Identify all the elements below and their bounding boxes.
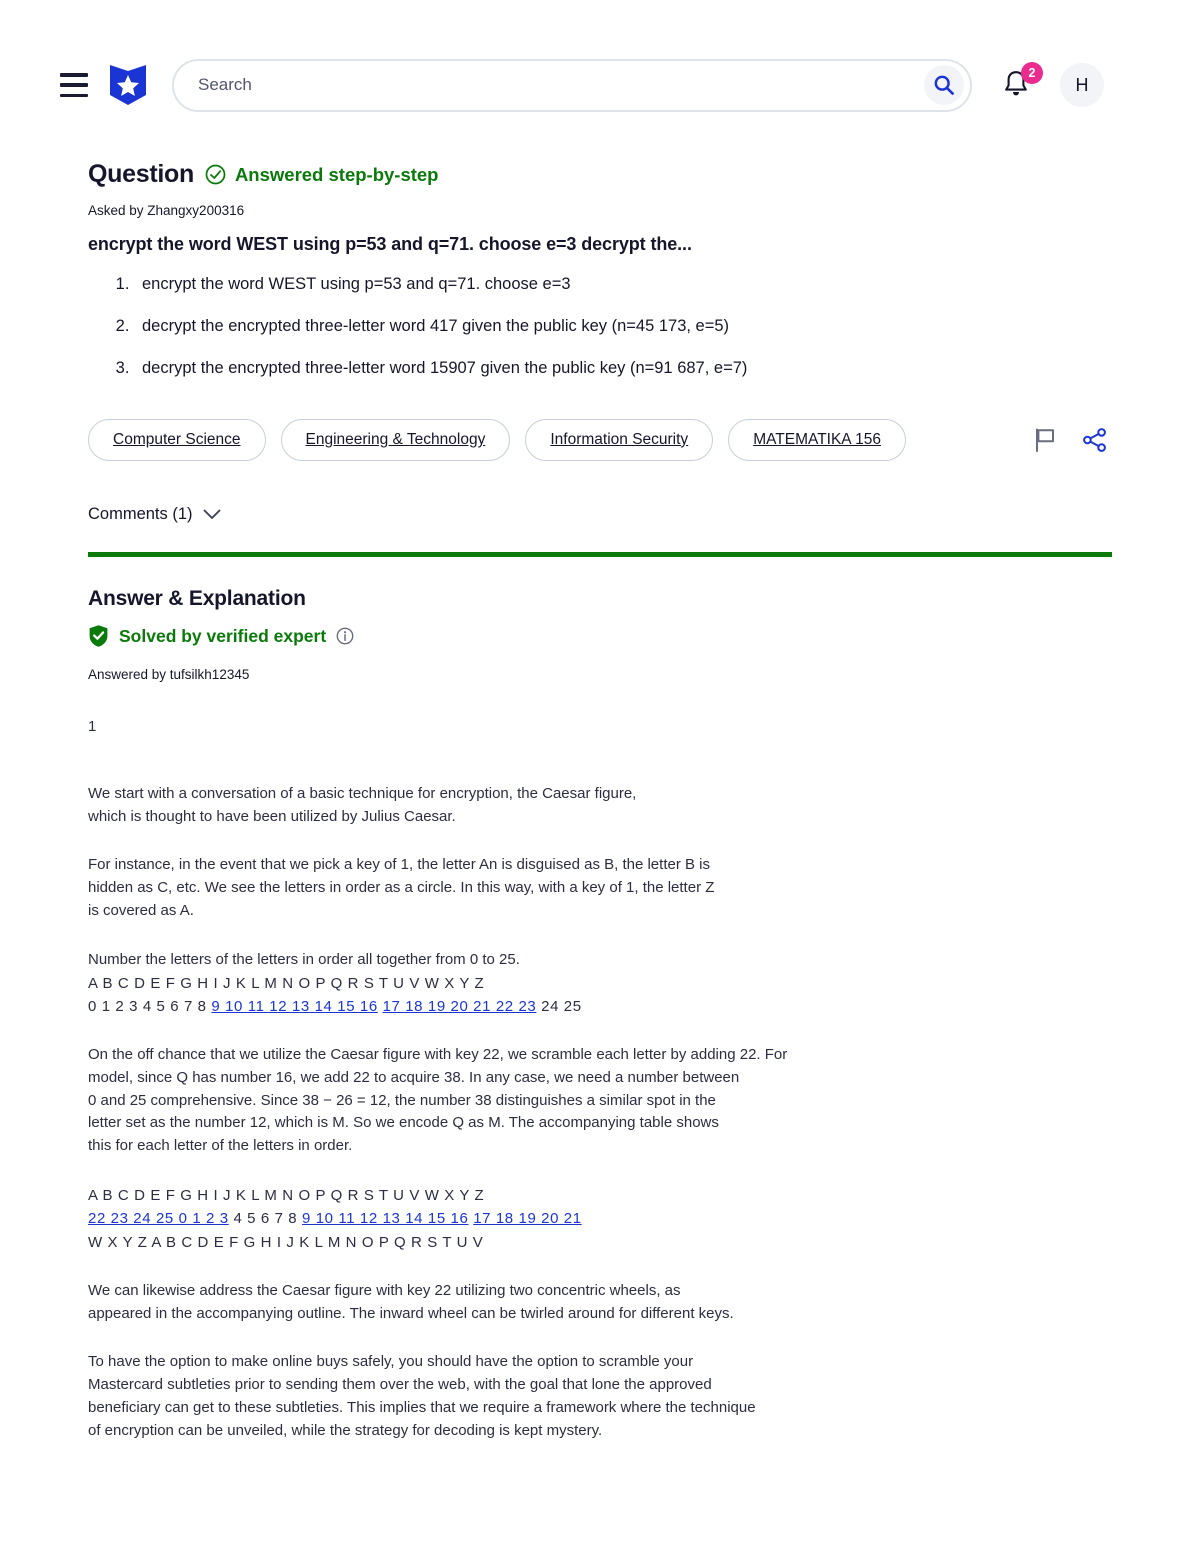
number-row: 22 23 24 25 0 1 2 3 4 5 6 7 8 9 10 11 12… [88, 1207, 1112, 1230]
search-input[interactable] [174, 60, 970, 110]
alphabet-row: A B C D E F G H I J K L M N O P Q R S T … [88, 1187, 485, 1205]
page-root: 2 H Question Answered step-by-step Asked… [0, 0, 1200, 1553]
answer-paragraph: To have the option to make online buys s… [88, 1353, 756, 1439]
number-link[interactable]: 17 18 19 20 21 [473, 1210, 582, 1227]
question-item: decrypt the encrypted three-letter word … [134, 315, 1112, 339]
search-icon [934, 75, 954, 95]
question-item: encrypt the word WEST using p=53 and q=7… [134, 273, 1112, 297]
search-button[interactable] [924, 65, 964, 105]
answer-heading: Answer & Explanation [88, 587, 306, 610]
answered-by-label: Answered by tufsilkh12345 [88, 667, 250, 682]
number-link[interactable]: 9 10 11 12 13 14 15 16 [302, 1210, 468, 1227]
answered-status-label: Answered step-by-step [234, 163, 439, 185]
question-actions [1033, 427, 1112, 453]
shield-check-icon [89, 625, 108, 647]
answer-paragraph: We start with a conversation of a basic … [88, 784, 637, 825]
flag-button[interactable] [1033, 427, 1057, 453]
section-divider [88, 551, 1112, 557]
number-link[interactable]: 22 23 24 25 0 1 2 3 [88, 1210, 229, 1227]
number-plain: 4 5 6 7 8 [228, 1210, 303, 1228]
question-item: decrypt the encrypted three-letter word … [134, 357, 1112, 381]
answer-paragraph: On the off chance that we utilize the Ca… [88, 1046, 788, 1155]
question-title: encrypt the word WEST using p=53 and q=7… [88, 234, 692, 254]
verified-label: Solved by verified expert [119, 625, 327, 646]
number-link[interactable]: 17 18 19 20 21 22 23 [383, 998, 537, 1015]
answer-paragraph: For instance, in the event that we pick … [88, 856, 715, 919]
alphabet-row: A B C D E F G H I J K L M N O P Q R S T … [88, 974, 485, 992]
tag-information-security[interactable]: Information Security [525, 418, 714, 461]
chevron-down-icon [203, 509, 220, 519]
question-items-list: encrypt the word WEST using p=53 and q=7… [134, 273, 1112, 381]
check-circle-icon [205, 164, 226, 185]
answer-section: Answer & Explanation Solved by verified … [0, 587, 1200, 1469]
tag-computer-science[interactable]: Computer Science [88, 418, 266, 461]
number-plain: 0 1 2 3 4 5 6 7 8 [88, 997, 212, 1015]
asked-by-label: Asked by Zhangxy200316 [88, 203, 245, 218]
hamburger-menu-icon[interactable] [60, 73, 90, 97]
tag-matematika-156[interactable]: MATEMATIKA 156 [728, 418, 906, 461]
question-header: Question Answered step-by-step [88, 160, 1112, 189]
answer-part-number: 1 [88, 718, 97, 735]
alphabet-table-1: Number the letters of the letters in ord… [88, 949, 1112, 1018]
coursehero-shield-star-logo[interactable] [108, 63, 148, 107]
search-bar[interactable] [172, 58, 972, 112]
number-link[interactable]: 9 10 11 12 13 14 15 16 [211, 998, 377, 1015]
notification-count-badge: 2 [1021, 62, 1043, 84]
site-header: 2 H [0, 0, 1200, 170]
question-section: Question Answered step-by-step Asked by … [0, 160, 1200, 557]
share-icon [1083, 427, 1106, 452]
alphabet-table-2: A B C D E F G H I J K L M N O P Q R S T … [88, 1184, 1112, 1254]
answer-body: 1 We start with a conversation of a basi… [88, 716, 1112, 1443]
answer-paragraph: Number the letters of the letters in ord… [88, 950, 520, 968]
number-row: 0 1 2 3 4 5 6 7 8 9 10 11 12 13 14 15 16… [88, 995, 1112, 1018]
number-plain: 24 25 [536, 997, 582, 1015]
user-avatar[interactable]: H [1060, 63, 1104, 107]
verified-badge: Solved by verified expert [88, 624, 1112, 648]
answer-paragraph: We can likewise address the Caesar figur… [88, 1281, 734, 1322]
cipher-row: W X Y Z A B C D E F G H I J K L M N O P … [88, 1233, 484, 1251]
page-title: Question [88, 160, 194, 188]
tag-engineering-technology[interactable]: Engineering & Technology [280, 418, 511, 461]
avatar-initial: H [1075, 74, 1089, 95]
tag-list: Computer Science Engineering & Technolog… [88, 418, 1033, 461]
comments-toggle[interactable]: Comments (1) [88, 505, 1112, 524]
info-circle-icon [336, 627, 354, 645]
answered-status: Answered step-by-step [205, 163, 439, 186]
share-button[interactable] [1082, 427, 1108, 453]
tags-and-actions-row: Computer Science Engineering & Technolog… [88, 418, 1112, 461]
notifications-button[interactable]: 2 [1002, 62, 1043, 101]
comments-label: Comments (1) [88, 504, 193, 523]
flag-icon [1036, 428, 1054, 452]
